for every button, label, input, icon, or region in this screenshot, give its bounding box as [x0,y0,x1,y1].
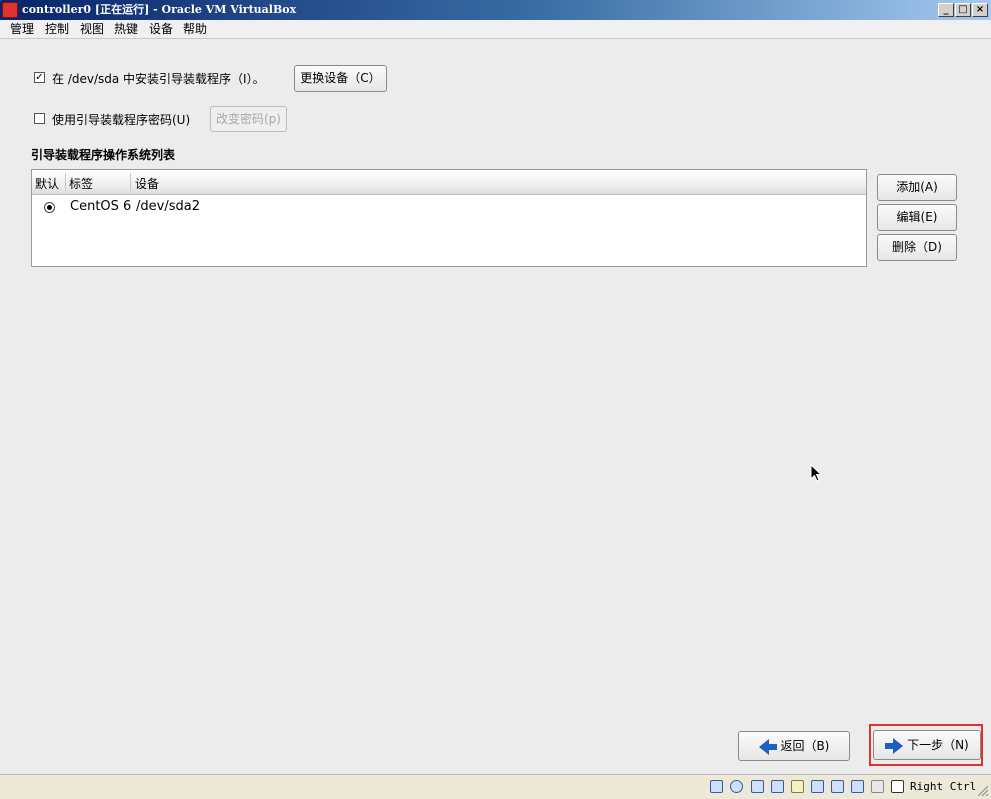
window-title: controller0 [正在运行] - Oracle VM VirtualBo… [22,3,297,16]
os-list-header: 默认 标签 设备 [32,170,866,195]
os-list: 默认 标签 设备 CentOS 6 /dev/sda2 [31,169,867,267]
cpu-icon[interactable] [851,780,864,793]
column-label[interactable]: 标签 [69,175,93,192]
default-radio[interactable] [44,202,55,213]
close-button[interactable]: × [972,3,988,17]
virtualbox-app-icon [2,2,18,18]
mouse-integration-icon[interactable] [871,780,884,793]
add-button[interactable]: 添加(A) [877,174,957,201]
column-device[interactable]: 设备 [135,175,159,192]
edit-button[interactable]: 编辑(E) [877,204,957,231]
keyboard-capture-icon[interactable] [891,780,904,793]
maximize-button[interactable]: □ [955,3,971,17]
window-titlebar: controller0 [正在运行] - Oracle VM VirtualBo… [0,0,991,20]
change-password-button[interactable]: 改变密码(p) [210,106,287,132]
column-divider [130,173,131,191]
display-icon[interactable] [811,780,824,793]
column-divider [65,173,66,191]
os-list-title: 引导装载程序操作系统列表 [31,148,176,162]
guest-screen: ✓ 在 /dev/sda 中安装引导装载程序（I）。 更换设备（C） 使用引导装… [0,39,991,774]
host-key-label: Right Ctrl [910,780,977,793]
shared-folder-icon[interactable] [791,780,804,793]
column-default[interactable]: 默认 [35,175,59,192]
arrow-left-icon [758,738,777,755]
bootloader-password-label: 使用引导装载程序密码(U) [52,113,191,127]
hard-disk-icon[interactable] [710,780,723,793]
vm-status-bar: Right Ctrl [0,774,991,799]
row-label: CentOS 6 [70,199,132,214]
delete-button[interactable]: 删除（D) [877,234,957,261]
optical-drive-icon[interactable] [730,780,743,793]
bootloader-password-checkbox[interactable] [34,113,45,124]
resize-grip-icon[interactable] [975,783,989,797]
menu-control[interactable]: 控制 [45,22,69,36]
menu-bar: 管理 控制 视图 热键 设备 帮助 [0,20,991,39]
menu-manage[interactable]: 管理 [10,22,34,36]
mouse-cursor-icon [810,464,823,482]
menu-help[interactable]: 帮助 [183,22,207,36]
usb-icon[interactable] [771,780,784,793]
install-bootloader-label: 在 /dev/sda 中安装引导装载程序（I）。 [52,72,265,86]
menu-view[interactable]: 视图 [80,22,104,36]
menu-hotkey[interactable]: 热键 [114,22,138,36]
back-button[interactable]: 返回（B) [738,731,850,761]
minimize-button[interactable]: _ [938,3,954,17]
network-icon[interactable] [751,780,764,793]
table-row[interactable]: CentOS 6 /dev/sda2 [32,196,866,218]
back-button-label: 返回（B) [780,739,830,753]
change-device-button[interactable]: 更换设备（C） [294,65,387,92]
next-button-highlight [869,724,983,766]
menu-devices[interactable]: 设备 [149,22,173,36]
row-device: /dev/sda2 [136,199,200,214]
install-bootloader-checkbox[interactable]: ✓ [34,72,45,83]
video-capture-icon[interactable] [831,780,844,793]
